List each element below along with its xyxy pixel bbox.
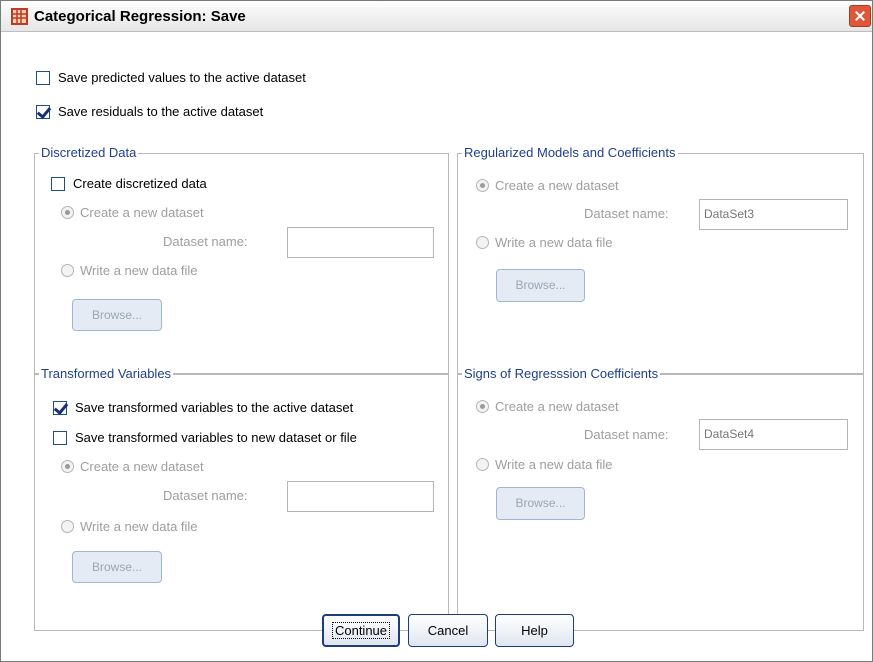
transformed-browse-button[interactable]: Browse... xyxy=(72,551,162,583)
save-residuals-label: Save residuals to the active dataset xyxy=(58,104,264,119)
transformed-write-file-label: Write a new data file xyxy=(80,519,198,534)
title-bar: Categorical Regression: Save xyxy=(1,1,872,32)
save-predicted-checkbox[interactable] xyxy=(36,70,50,85)
save-residuals-option[interactable]: Save residuals to the active dataset xyxy=(36,104,263,119)
create-discretized-checkbox[interactable] xyxy=(51,176,65,191)
transformed-new-dataset-radio[interactable] xyxy=(61,460,74,473)
transformed-write-file-radio[interactable] xyxy=(61,520,74,533)
transformed-new-dataset-label: Create a new dataset xyxy=(80,459,204,474)
regularized-dataset-name-label: Dataset name: xyxy=(584,206,669,221)
signs-write-file-option[interactable]: Write a new data file xyxy=(476,457,613,472)
save-transformed-active-label: Save transformed variables to the active… xyxy=(75,400,354,415)
save-predicted-label: Save predicted values to the active data… xyxy=(58,70,306,85)
regularized-write-file-label: Write a new data file xyxy=(495,235,613,250)
regularized-new-dataset-option[interactable]: Create a new dataset xyxy=(476,178,619,193)
regularized-new-dataset-label: Create a new dataset xyxy=(495,178,619,193)
help-button[interactable]: Help xyxy=(495,614,574,647)
discretized-write-file-option[interactable]: Write a new data file xyxy=(61,263,198,278)
save-transformed-active-checkbox[interactable] xyxy=(53,400,67,415)
discretized-new-dataset-option[interactable]: Create a new dataset xyxy=(61,205,204,220)
save-transformed-active-option[interactable]: Save transformed variables to the active… xyxy=(53,400,353,415)
continue-label: Continue xyxy=(331,622,391,639)
create-discretized-label: Create discretized data xyxy=(73,176,207,191)
signs-write-file-radio[interactable] xyxy=(476,458,489,471)
signs-dataset-name-field[interactable]: DataSet4 xyxy=(699,419,848,450)
dialog-content: Save predicted values to the active data… xyxy=(1,32,872,661)
signs-new-dataset-radio[interactable] xyxy=(476,400,489,413)
table-app-icon xyxy=(11,8,28,25)
dialog-window: Categorical Regression: Save Save predic… xyxy=(0,0,873,662)
transformed-dataset-name-label: Dataset name: xyxy=(163,488,248,503)
discretized-new-dataset-radio[interactable] xyxy=(61,206,74,219)
transformed-new-dataset-option[interactable]: Create a new dataset xyxy=(61,459,204,474)
signs-write-file-label: Write a new data file xyxy=(495,457,613,472)
regularized-write-file-option[interactable]: Write a new data file xyxy=(476,235,613,250)
cancel-button[interactable]: Cancel xyxy=(408,614,488,647)
transformed-write-file-option[interactable]: Write a new data file xyxy=(61,519,198,534)
save-transformed-new-label: Save transformed variables to new datase… xyxy=(75,430,357,445)
regularized-browse-button[interactable]: Browse... xyxy=(496,269,585,302)
regularized-models-legend: Regularized Models and Coefficients xyxy=(462,145,678,160)
transformed-variables-legend: Transformed Variables xyxy=(39,366,174,381)
regularized-write-file-radio[interactable] xyxy=(476,236,489,249)
dialog-title: Categorical Regression: Save xyxy=(34,8,246,25)
save-residuals-checkbox[interactable] xyxy=(36,104,50,119)
signs-new-dataset-option[interactable]: Create a new dataset xyxy=(476,399,619,414)
save-predicted-option[interactable]: Save predicted values to the active data… xyxy=(36,70,306,85)
discretized-data-legend: Discretized Data xyxy=(39,145,139,160)
create-discretized-option[interactable]: Create discretized data xyxy=(51,176,207,191)
discretized-write-file-label: Write a new data file xyxy=(80,263,198,278)
close-icon[interactable] xyxy=(849,5,871,27)
signs-dataset-name-label: Dataset name: xyxy=(584,427,669,442)
discretized-browse-button[interactable]: Browse... xyxy=(72,299,162,331)
regularized-dataset-name-field[interactable]: DataSet3 xyxy=(699,199,848,230)
discretized-new-dataset-label: Create a new dataset xyxy=(80,205,204,220)
discretized-dataset-name-label: Dataset name: xyxy=(163,234,248,249)
discretized-write-file-radio[interactable] xyxy=(61,264,74,277)
continue-button[interactable]: Continue xyxy=(322,614,400,647)
signs-browse-button[interactable]: Browse... xyxy=(496,487,585,520)
save-transformed-new-checkbox[interactable] xyxy=(53,430,67,445)
transformed-dataset-name-field[interactable] xyxy=(287,481,434,512)
discretized-dataset-name-field[interactable] xyxy=(287,227,434,258)
signs-coefficients-legend: Signs of Regresssion Coefficients xyxy=(462,366,661,381)
regularized-new-dataset-radio[interactable] xyxy=(476,179,489,192)
save-transformed-new-option[interactable]: Save transformed variables to new datase… xyxy=(53,430,357,445)
signs-new-dataset-label: Create a new dataset xyxy=(495,399,619,414)
